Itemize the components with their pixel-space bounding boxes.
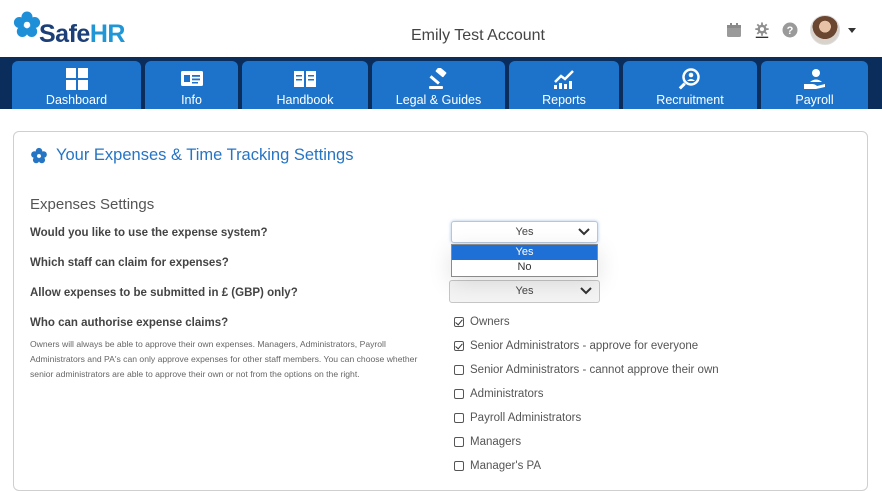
checkbox-managers-pa[interactable] <box>454 461 464 471</box>
dropdown-option-yes[interactable]: Yes <box>452 245 597 260</box>
select-value: Yes <box>515 285 534 297</box>
svg-text:?: ? <box>787 25 794 37</box>
checkbox-label: Senior Administrators - cannot approve t… <box>470 364 719 376</box>
info-card-icon <box>180 71 203 86</box>
question-gbp-only: Allow expenses to be submitted in £ (GBP… <box>30 287 298 299</box>
authoriser-senior-admins-not-own[interactable]: Senior Administrators - cannot approve t… <box>454 364 719 376</box>
checkbox-owners[interactable] <box>454 317 464 327</box>
checkbox-label: Owners <box>470 316 510 328</box>
checkbox-managers[interactable] <box>454 437 464 447</box>
question-which-staff: Which staff can claim for expenses? <box>30 257 229 269</box>
nav-tab-label: Payroll <box>795 93 834 107</box>
authorise-note: Owners will always be able to approve th… <box>30 339 418 379</box>
main-nav: Dashboard Info Handbook Legal & Guides R… <box>0 57 882 109</box>
authoriser-payroll-admins[interactable]: Payroll Administrators <box>454 412 581 424</box>
nav-tab-reports[interactable]: Reports <box>509 61 619 109</box>
checkbox-label: Senior Administrators - approve for ever… <box>470 340 699 352</box>
checkbox-label: Managers <box>470 436 522 448</box>
header-actions: ? <box>726 14 856 46</box>
safehr-flower-icon <box>31 147 47 163</box>
authoriser-managers-pa[interactable]: Manager's PA <box>454 460 541 472</box>
nav-tab-info[interactable]: Info <box>145 61 238 109</box>
calendar-icon[interactable] <box>726 22 742 38</box>
nav-tab-payroll[interactable]: Payroll <box>761 61 868 109</box>
checkbox-administrators[interactable] <box>454 389 464 399</box>
checkbox-label: Payroll Administrators <box>470 412 582 424</box>
dashboard-grid-icon <box>65 68 88 90</box>
section-title: Expenses Settings <box>30 196 155 213</box>
nav-tab-label: Recruitment <box>656 93 724 107</box>
nav-tab-handbook[interactable]: Handbook <box>242 61 368 109</box>
chevron-down-icon <box>580 287 592 295</box>
nav-tab-label: Legal & Guides <box>395 93 482 107</box>
nav-tab-label: Reports <box>542 93 586 107</box>
checkbox-payroll-admins[interactable] <box>454 413 464 423</box>
hand-user-icon <box>803 69 825 89</box>
book-icon <box>294 71 316 87</box>
checkbox-label: Administrators <box>470 388 544 400</box>
authoriser-owners[interactable]: Owners <box>454 316 510 328</box>
search-person-icon <box>678 68 700 90</box>
nav-tab-label: Dashboard <box>45 93 108 107</box>
checkbox-senior-admins-not-own[interactable] <box>454 365 464 375</box>
gbp-only-select[interactable]: Yes <box>449 280 600 303</box>
settings-panel: Your Expenses & Time Tracking Settings E… <box>13 131 868 491</box>
nav-tab-label: Info <box>181 93 202 107</box>
question-who-authorise: Who can authorise expense claims? <box>30 317 229 329</box>
nav-tab-legal-guides[interactable]: Legal & Guides <box>372 61 505 109</box>
settings-gear-icon[interactable] <box>754 22 770 38</box>
user-avatar[interactable] <box>810 15 840 45</box>
help-icon[interactable]: ? <box>782 22 798 38</box>
checkbox-label: Manager's PA <box>470 460 542 472</box>
app-header: SafeHR Emily Test Account ? <box>0 0 882 58</box>
authoriser-senior-admins-everyone[interactable]: Senior Administrators - approve for ever… <box>454 340 698 352</box>
use-system-select[interactable]: Yes <box>451 221 598 243</box>
page-title: Your Expenses & Time Tracking Settings <box>56 146 354 164</box>
nav-tab-recruitment[interactable]: Recruitment <box>623 61 757 109</box>
authoriser-administrators[interactable]: Administrators <box>454 388 544 400</box>
use-system-dropdown: Yes No <box>451 244 598 277</box>
panel-header: Your Expenses & Time Tracking Settings <box>30 146 353 165</box>
account-menu-caret-icon[interactable] <box>848 27 856 33</box>
chart-icon <box>554 70 574 89</box>
select-value: Yes <box>515 226 534 238</box>
dropdown-option-no[interactable]: No <box>452 260 597 275</box>
question-use-system: Would you like to use the expense system… <box>30 227 268 239</box>
checkbox-senior-admins-everyone[interactable] <box>454 341 464 351</box>
gavel-icon <box>428 68 446 89</box>
chevron-down-icon <box>578 228 590 236</box>
nav-tab-dashboard[interactable]: Dashboard <box>12 61 141 109</box>
authoriser-managers[interactable]: Managers <box>454 436 521 448</box>
nav-tab-label: Handbook <box>276 93 334 107</box>
